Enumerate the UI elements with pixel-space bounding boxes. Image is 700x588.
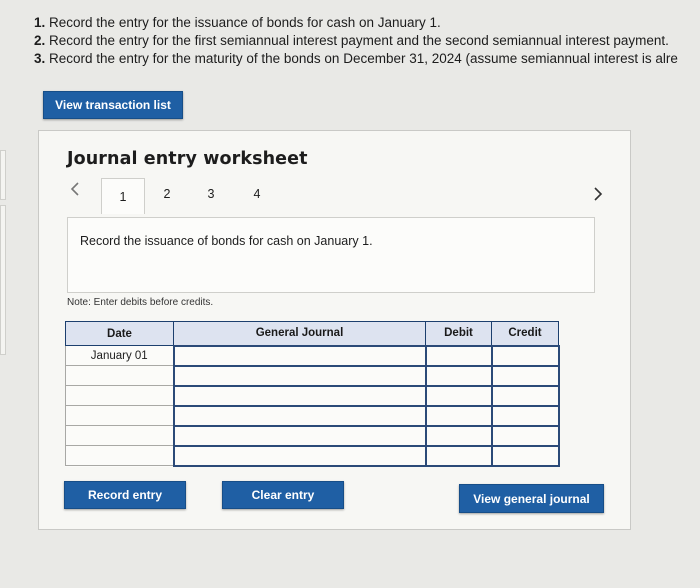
instructions-list: 1. Record the entry for the issuance of …: [34, 14, 700, 68]
account-select[interactable]: [172, 444, 427, 467]
table-row: [65, 424, 560, 447]
tab-label: 4: [253, 187, 261, 201]
view-transaction-list-button[interactable]: View transaction list: [43, 91, 183, 119]
table-row: [65, 364, 560, 387]
date-cell[interactable]: [65, 365, 174, 386]
instruction-item: 1. Record the entry for the issuance of …: [34, 15, 441, 30]
account-select[interactable]: [172, 364, 427, 387]
credit-input[interactable]: [490, 444, 560, 467]
date-cell[interactable]: January 01: [65, 345, 174, 366]
tab-label: 3: [207, 187, 215, 201]
account-select[interactable]: [172, 424, 427, 447]
table-row: [65, 404, 560, 427]
debits-credits-note: Note: Enter debits before credits.: [67, 297, 214, 308]
date-header: Date: [65, 321, 174, 346]
tab-label: 1: [119, 189, 127, 204]
record-entry-button[interactable]: Record entry: [64, 481, 186, 509]
account-select[interactable]: [172, 404, 427, 427]
debit-input[interactable]: [424, 344, 493, 367]
entry-description-box: Record the issuance of bonds for cash on…: [67, 217, 595, 293]
entry-description: Record the issuance of bonds for cash on…: [80, 234, 373, 248]
date-cell[interactable]: [65, 405, 174, 426]
instruction-item: 2. Record the entry for the first semian…: [34, 33, 669, 48]
date-cell[interactable]: [65, 385, 174, 406]
left-edge-strip: [0, 205, 6, 355]
credit-input[interactable]: [490, 384, 560, 407]
credit-input[interactable]: [490, 344, 560, 367]
date-cell[interactable]: [65, 445, 174, 466]
tab-1[interactable]: 1: [101, 178, 145, 214]
worksheet-title: Journal entry worksheet: [67, 149, 308, 169]
left-edge-strip: [0, 150, 6, 200]
instruction-item: 3. Record the entry for the maturity of …: [34, 51, 678, 66]
account-select[interactable]: [172, 384, 427, 407]
chevron-left-icon[interactable]: [69, 181, 81, 202]
clear-entry-button[interactable]: Clear entry: [222, 481, 344, 509]
journal-table: Date General Journal Debit Credit Januar…: [65, 321, 560, 467]
debit-header: Debit: [425, 321, 492, 346]
table-row: [65, 444, 560, 467]
tab-4[interactable]: 4: [247, 180, 267, 208]
table-row: January 01: [65, 344, 560, 367]
debit-input[interactable]: [424, 404, 493, 427]
account-select[interactable]: [172, 344, 427, 367]
chevron-right-icon[interactable]: [592, 186, 604, 207]
table-row: [65, 384, 560, 407]
debit-input[interactable]: [424, 384, 493, 407]
debit-input[interactable]: [424, 424, 493, 447]
tab-label: 2: [163, 187, 171, 201]
debit-input[interactable]: [424, 444, 493, 467]
date-cell[interactable]: [65, 425, 174, 446]
debit-input[interactable]: [424, 364, 493, 387]
view-general-journal-button[interactable]: View general journal: [459, 484, 604, 513]
tab-2[interactable]: 2: [157, 180, 177, 208]
general-journal-header: General Journal: [173, 321, 426, 346]
credit-header: Credit: [491, 321, 559, 346]
credit-input[interactable]: [490, 364, 560, 387]
credit-input[interactable]: [490, 404, 560, 427]
tab-3[interactable]: 3: [201, 180, 221, 208]
journal-entry-worksheet: Journal entry worksheet 1 2 3 4 Record t…: [38, 130, 631, 530]
credit-input[interactable]: [490, 424, 560, 447]
